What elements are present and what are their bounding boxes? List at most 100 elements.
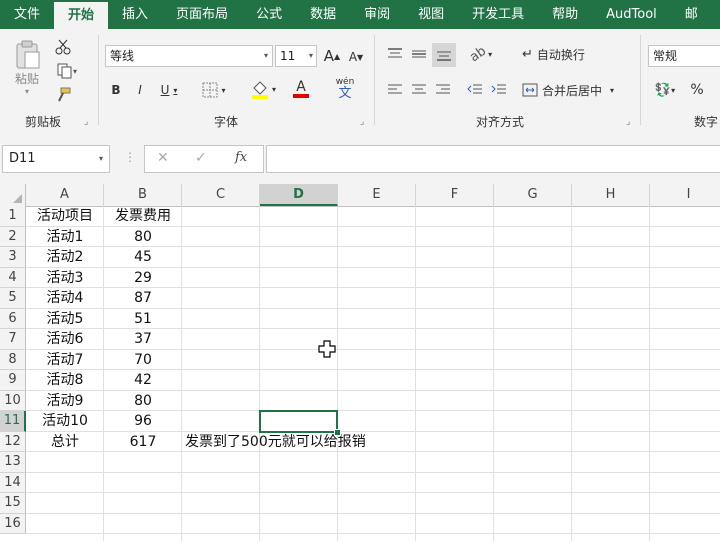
row-header-11[interactable]: 11 [0, 411, 26, 432]
row-header-8[interactable]: 8 [0, 349, 26, 370]
tab-data[interactable]: 数据 [296, 0, 350, 29]
cell-a6[interactable]: 活动5 [26, 309, 104, 330]
cell-a9[interactable]: 活动8 [26, 370, 104, 391]
column-header-e[interactable]: E [338, 184, 416, 206]
italic-button[interactable]: I [130, 79, 150, 101]
cell-b5[interactable]: 87 [104, 288, 182, 309]
align-left-button[interactable] [384, 79, 406, 101]
cut-button[interactable] [52, 37, 74, 57]
cell-a5[interactable]: 活动4 [26, 288, 104, 309]
cell-b12[interactable]: 617 [104, 432, 182, 453]
column-header-b[interactable]: B [104, 184, 182, 206]
row-header-16[interactable]: 16 [0, 513, 26, 534]
number-format-select[interactable]: 常规 [648, 45, 720, 67]
row-header-4[interactable]: 4 [0, 267, 26, 288]
active-cell-selection[interactable] [259, 410, 338, 433]
align-bottom-button[interactable] [432, 43, 456, 67]
dialog-launcher-icon[interactable]: ⌟ [84, 117, 88, 127]
column-header-i[interactable]: I [650, 184, 720, 206]
align-middle-button[interactable] [408, 43, 430, 65]
dialog-launcher-icon[interactable]: ⌟ [626, 117, 630, 127]
cell-a8[interactable]: 活动7 [26, 350, 104, 371]
align-center-button[interactable] [408, 79, 430, 101]
cell-b6[interactable]: 51 [104, 309, 182, 330]
font-color-button[interactable]: A [284, 77, 318, 101]
row-header-2[interactable]: 2 [0, 226, 26, 247]
name-box[interactable]: D11 ▾ [2, 145, 110, 173]
wrap-text-button[interactable]: ↵ 自动换行 [522, 43, 602, 65]
tab-developer[interactable]: 开发工具 [458, 0, 538, 29]
borders-button[interactable]: ▾ [198, 79, 230, 101]
cell-b9[interactable]: 42 [104, 370, 182, 391]
dialog-launcher-icon[interactable]: ⌟ [360, 117, 364, 127]
row-header-10[interactable]: 10 [0, 390, 26, 411]
align-top-button[interactable] [384, 43, 406, 65]
row-header-3[interactable]: 3 [0, 247, 26, 268]
select-all-button[interactable] [0, 184, 26, 206]
shrink-font-button[interactable]: A ▼ [346, 47, 366, 67]
percent-button[interactable]: % [686, 79, 708, 101]
increase-indent-button[interactable] [488, 79, 510, 101]
spreadsheet-grid[interactable]: ABCDEFGHI 1 2 3 4 5 6 7 8 9 10 11 12 13 14 15 16 活动项目 发票费… [0, 184, 720, 541]
cell-b2[interactable]: 80 [104, 227, 182, 248]
copy-button[interactable]: ▾ [52, 61, 82, 81]
cell-b8[interactable]: 70 [104, 350, 182, 371]
fill-color-button[interactable]: ▾ [246, 77, 280, 101]
column-header-h[interactable]: H [572, 184, 650, 206]
confirm-edit-button[interactable]: ✓ [195, 150, 207, 166]
cell-b10[interactable]: 80 [104, 391, 182, 412]
formula-input[interactable] [266, 145, 720, 173]
phonetic-button[interactable]: wén 文 [328, 75, 362, 101]
accounting-format-button[interactable]: 💱 ▾ [650, 79, 680, 101]
cell-a12[interactable]: 总计 [26, 432, 104, 453]
cancel-edit-button[interactable]: ✕ [157, 150, 169, 166]
row-header-14[interactable]: 14 [0, 472, 26, 493]
tab-audtool[interactable]: AudTool [592, 0, 671, 29]
insert-function-button[interactable]: fx [235, 150, 247, 165]
merge-center-button[interactable]: 合并后居中 ▾ [522, 79, 630, 101]
cell-a1[interactable]: 活动项目 [26, 206, 104, 227]
tab-help[interactable]: 帮助 [538, 0, 592, 29]
tab-insert[interactable]: 插入 [108, 0, 162, 29]
cell-b11[interactable]: 96 [104, 411, 182, 432]
paste-button[interactable]: 粘贴 ▾ [8, 37, 46, 99]
column-header-c[interactable]: C [182, 184, 260, 206]
grow-font-button[interactable]: A ▲ [322, 45, 342, 67]
tab-mail[interactable]: 邮 [671, 0, 712, 29]
align-right-button[interactable] [432, 79, 454, 101]
column-header-d[interactable]: D [260, 184, 338, 206]
row-header-1[interactable]: 1 [0, 206, 26, 227]
cell-a2[interactable]: 活动1 [26, 227, 104, 248]
tab-formulas[interactable]: 公式 [242, 0, 296, 29]
cell-a7[interactable]: 活动6 [26, 329, 104, 350]
tab-review[interactable]: 审阅 [350, 0, 404, 29]
cell-b3[interactable]: 45 [104, 247, 182, 268]
cell-a11[interactable]: 活动10 [26, 411, 104, 432]
column-header-a[interactable]: A [26, 184, 104, 206]
fill-handle[interactable] [334, 428, 341, 436]
row-header-15[interactable]: 15 [0, 493, 26, 514]
orientation-button[interactable]: ab ▾ [466, 43, 496, 65]
bold-button[interactable]: B [106, 79, 126, 101]
cell-a4[interactable]: 活动3 [26, 268, 104, 289]
tab-page-layout[interactable]: 页面布局 [162, 0, 242, 29]
cell-a3[interactable]: 活动2 [26, 247, 104, 268]
decrease-indent-button[interactable] [464, 79, 486, 101]
column-header-g[interactable]: G [494, 184, 572, 206]
column-header-f[interactable]: F [416, 184, 494, 206]
format-painter-button[interactable] [52, 85, 74, 105]
font-name-select[interactable]: 等线 ▾ [105, 45, 273, 67]
cell-b4[interactable]: 29 [104, 268, 182, 289]
underline-button[interactable]: U ▾ [154, 79, 184, 101]
row-header-7[interactable]: 7 [0, 329, 26, 350]
row-header-13[interactable]: 13 [0, 452, 26, 473]
row-header-9[interactable]: 9 [0, 370, 26, 391]
tab-home[interactable]: 开始 [54, 2, 109, 31]
row-header-12[interactable]: 12 [0, 431, 26, 452]
row-header-5[interactable]: 5 [0, 288, 26, 309]
tab-file[interactable]: 文件 [0, 0, 54, 29]
row-header-6[interactable]: 6 [0, 308, 26, 329]
cell-a10[interactable]: 活动9 [26, 391, 104, 412]
font-size-select[interactable]: 11 ▾ [275, 45, 317, 67]
cell-b1[interactable]: 发票费用 [104, 206, 182, 227]
